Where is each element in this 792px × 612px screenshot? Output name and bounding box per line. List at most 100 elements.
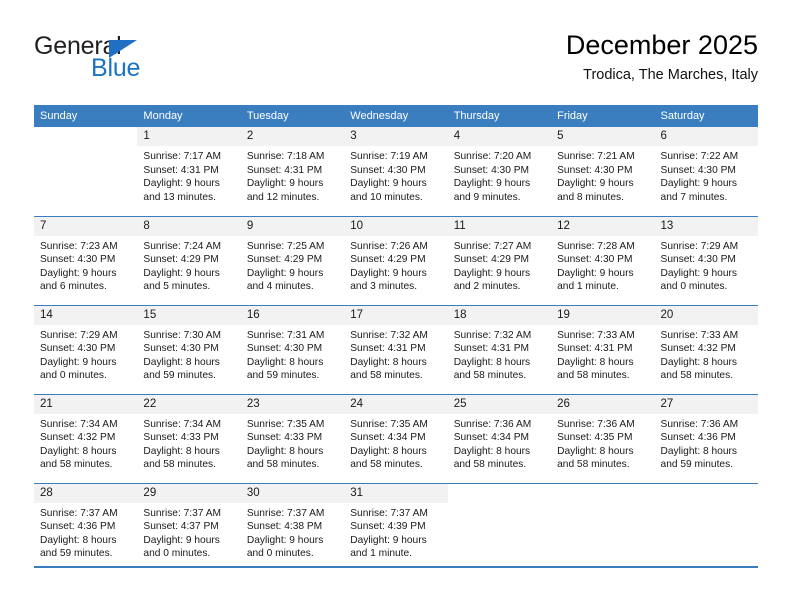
daylight-text-line2: and 59 minutes. (246, 370, 320, 382)
day-number: 26 (551, 394, 655, 414)
calendar-day-cell[interactable]: 30 Sunrise: 7:37 AM Sunset: 4:38 PM Dayligh… (240, 482, 345, 572)
weekday-header-sunday: Sunday (34, 105, 138, 127)
daylight-text-line1: Daylight: 8 hours (453, 445, 531, 457)
day-number: 4 (447, 127, 552, 146)
daylight-text-line2: and 0 minutes. (40, 370, 107, 382)
calendar-day-cell[interactable]: 21 Sunrise: 7:34 AM Sunset: 4:32 PM Dayligh… (34, 393, 138, 483)
day-details: Sunrise: 7:34 AM Sunset: 4:32 PM Daylight:… (34, 414, 137, 472)
weekday-header-tuesday: Tuesday (240, 105, 345, 127)
daylight-text-line1: Daylight: 9 hours (40, 267, 117, 279)
daylight-text-line1: Daylight: 8 hours (40, 534, 117, 546)
day-number: 1 (137, 127, 241, 146)
calendar-day-cell[interactable]: 27 Sunrise: 7:36 AM Sunset: 4:36 PM Dayligh… (654, 393, 758, 483)
calendar-day-cell[interactable]: 6 Sunrise: 7:22 AM Sunset: 4:30 PM Daylight… (654, 127, 758, 216)
general-blue-logo[interactable]: General Blue (34, 34, 234, 90)
sunset-text: Sunset: 4:31 PM (246, 164, 323, 176)
daylight-text-line1: Daylight: 9 hours (350, 267, 427, 279)
calendar-day-cell[interactable]: 10 Sunrise: 7:26 AM Sunset: 4:29 PM Dayligh… (344, 215, 448, 305)
day-number: 7 (34, 216, 138, 236)
daylight-text-line2: and 59 minutes. (660, 459, 734, 471)
day-details: Sunrise: 7:23 AM Sunset: 4:30 PM Daylight:… (34, 236, 137, 294)
daylight-text-line2: and 6 minutes. (40, 281, 107, 293)
calendar-day-cell[interactable]: 24 Sunrise: 7:35 AM Sunset: 4:34 PM Dayligh… (344, 393, 448, 483)
daylight-text-line2: and 1 minute. (350, 548, 412, 560)
calendar-day-cell[interactable]: 29 Sunrise: 7:37 AM Sunset: 4:37 PM Dayligh… (137, 482, 241, 572)
day-details: Sunrise: 7:17 AM Sunset: 4:31 PM Daylight:… (137, 146, 240, 204)
calendar-day-cell[interactable]: 3 Sunrise: 7:19 AM Sunset: 4:30 PM Daylight… (344, 127, 448, 216)
sunset-text: Sunset: 4:29 PM (246, 254, 323, 266)
calendar-cell-empty (551, 482, 655, 572)
calendar-body: 1 Sunrise: 7:17 AM Sunset: 4:31 PM Daylight… (34, 127, 758, 572)
day-details: Sunrise: 7:21 AM Sunset: 4:30 PM Daylight:… (551, 146, 654, 204)
calendar-day-cell[interactable]: 4 Sunrise: 7:20 AM Sunset: 4:30 PM Daylight… (447, 127, 552, 216)
sunset-text: Sunset: 4:30 PM (143, 343, 219, 355)
calendar-day-cell[interactable]: 16 Sunrise: 7:31 AM Sunset: 4:30 PM Dayligh… (240, 304, 345, 394)
calendar-day-cell[interactable]: 14 Sunrise: 7:29 AM Sunset: 4:30 PM Dayligh… (34, 304, 138, 394)
sunset-text: Sunset: 4:36 PM (40, 521, 116, 533)
calendar-day-cell[interactable]: 8 Sunrise: 7:24 AM Sunset: 4:29 PM Daylight… (137, 215, 241, 305)
day-details: Sunrise: 7:33 AM Sunset: 4:32 PM Daylight:… (655, 325, 758, 383)
day-details: Sunrise: 7:37 AM Sunset: 4:39 PM Daylight:… (344, 503, 447, 561)
sunrise-text: Sunrise: 7:37 AM (143, 507, 222, 519)
day-details: Sunrise: 7:35 AM Sunset: 4:34 PM Daylight:… (344, 414, 447, 472)
sunset-text: Sunset: 4:30 PM (40, 343, 116, 355)
calendar-day-cell[interactable]: 12 Sunrise: 7:28 AM Sunset: 4:30 PM Dayligh… (551, 215, 655, 305)
calendar-day-cell[interactable]: 23 Sunrise: 7:35 AM Sunset: 4:33 PM Dayligh… (240, 393, 345, 483)
sunrise-text: Sunrise: 7:24 AM (143, 240, 222, 252)
sunrise-text: Sunrise: 7:29 AM (660, 240, 739, 252)
day-number: 25 (447, 394, 552, 414)
daylight-text-line2: and 58 minutes. (453, 370, 527, 382)
calendar-day-cell[interactable]: 2 Sunrise: 7:18 AM Sunset: 4:31 PM Daylight… (240, 127, 345, 216)
calendar-day-cell[interactable]: 15 Sunrise: 7:30 AM Sunset: 4:30 PM Dayligh… (137, 304, 241, 394)
daylight-text-line1: Daylight: 8 hours (143, 445, 220, 457)
calendar-day-cell[interactable]: 13 Sunrise: 7:29 AM Sunset: 4:30 PM Dayligh… (654, 215, 758, 305)
sunset-text: Sunset: 4:39 PM (350, 521, 426, 533)
sunrise-text: Sunrise: 7:35 AM (246, 418, 325, 430)
daylight-text-line1: Daylight: 9 hours (246, 178, 324, 190)
day-number: 12 (551, 216, 655, 236)
title-block: December 2025 Trodica, The Marches, Ital… (566, 30, 758, 84)
calendar-day-cell[interactable]: 20 Sunrise: 7:33 AM Sunset: 4:32 PM Dayligh… (654, 304, 758, 394)
weekday-header-saturday: Saturday (654, 105, 758, 127)
day-details: Sunrise: 7:30 AM Sunset: 4:30 PM Daylight:… (137, 325, 240, 383)
sunset-text: Sunset: 4:33 PM (143, 432, 219, 444)
calendar-day-cell[interactable]: 31 Sunrise: 7:37 AM Sunset: 4:39 PM Dayligh… (344, 482, 448, 572)
daylight-text-line1: Daylight: 9 hours (40, 356, 117, 368)
calendar-day-cell[interactable]: 17 Sunrise: 7:32 AM Sunset: 4:31 PM Dayligh… (344, 304, 448, 394)
day-number: 30 (240, 483, 345, 503)
sunset-text: Sunset: 4:35 PM (557, 432, 633, 444)
calendar-day-cell[interactable]: 7 Sunrise: 7:23 AM Sunset: 4:30 PM Daylight… (34, 215, 138, 305)
sunset-text: Sunset: 4:31 PM (453, 343, 530, 355)
calendar-day-cell[interactable]: 28 Sunrise: 7:37 AM Sunset: 4:36 PM Dayligh… (34, 482, 138, 572)
day-number: 9 (240, 216, 345, 236)
daylight-text-line2: and 0 minutes. (246, 548, 314, 560)
daylight-text-line2: and 58 minutes. (40, 459, 113, 471)
calendar-day-cell[interactable]: 22 Sunrise: 7:34 AM Sunset: 4:33 PM Dayligh… (137, 393, 241, 483)
sunset-text: Sunset: 4:30 PM (350, 164, 426, 176)
page-header: General Blue December 2025 Trodica, The … (34, 30, 758, 98)
sunset-text: Sunset: 4:37 PM (143, 521, 219, 533)
calendar-day-cell[interactable]: 1 Sunrise: 7:17 AM Sunset: 4:31 PM Daylight… (137, 127, 241, 216)
calendar-day-cell[interactable]: 5 Sunrise: 7:21 AM Sunset: 4:30 PM Daylight… (551, 127, 655, 216)
sunrise-text: Sunrise: 7:35 AM (350, 418, 428, 430)
calendar-day-cell[interactable]: 26 Sunrise: 7:36 AM Sunset: 4:35 PM Dayligh… (551, 393, 655, 483)
daylight-text-line2: and 13 minutes. (143, 191, 216, 203)
calendar-page: General Blue December 2025 Trodica, The … (0, 0, 792, 612)
calendar-cell-empty (34, 127, 138, 216)
day-number: 29 (137, 483, 241, 503)
calendar-day-cell[interactable]: 25 Sunrise: 7:36 AM Sunset: 4:34 PM Dayligh… (447, 393, 552, 483)
daylight-text-line2: and 2 minutes. (453, 281, 521, 293)
calendar-day-cell[interactable]: 9 Sunrise: 7:25 AM Sunset: 4:29 PM Daylight… (240, 215, 345, 305)
logo-text-blue: Blue (91, 54, 141, 82)
day-details: Sunrise: 7:26 AM Sunset: 4:29 PM Daylight:… (344, 236, 447, 294)
sunrise-text: Sunrise: 7:33 AM (660, 329, 739, 341)
calendar-day-cell[interactable]: 18 Sunrise: 7:32 AM Sunset: 4:31 PM Dayligh… (447, 304, 552, 394)
sunrise-text: Sunrise: 7:37 AM (40, 507, 118, 519)
calendar-day-cell[interactable]: 11 Sunrise: 7:27 AM Sunset: 4:29 PM Dayligh… (447, 215, 552, 305)
sunrise-text: Sunrise: 7:29 AM (40, 329, 118, 341)
sunrise-text: Sunrise: 7:27 AM (453, 240, 532, 252)
calendar-day-cell[interactable]: 19 Sunrise: 7:33 AM Sunset: 4:31 PM Dayligh… (551, 304, 655, 394)
day-details: Sunrise: 7:37 AM Sunset: 4:37 PM Daylight:… (137, 503, 240, 561)
day-details: Sunrise: 7:36 AM Sunset: 4:34 PM Daylight:… (448, 414, 551, 472)
daylight-text-line1: Daylight: 8 hours (246, 356, 324, 368)
